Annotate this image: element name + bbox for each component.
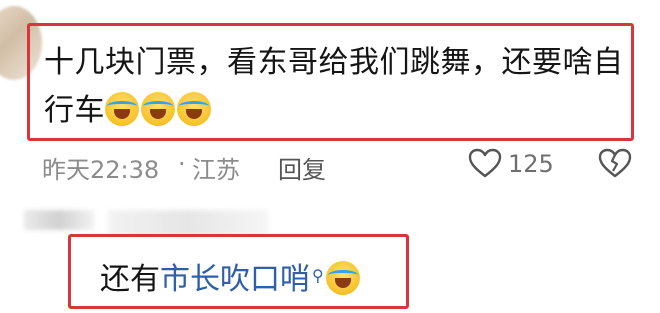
reply-avatar[interactable] [24, 210, 94, 230]
comment-timestamp: 昨天22:38 [42, 156, 160, 184]
laughing-crying-emoji-icon [325, 261, 360, 295]
comment-text-line1: 十几块门票，看东哥给我们跳舞，还要啥自 [44, 45, 624, 80]
like-heart-icon[interactable] [468, 148, 502, 178]
comment-text: 十几块门票，看东哥给我们跳舞，还要啥自 行车 [44, 39, 624, 135]
dislike-broken-heart-icon[interactable] [598, 148, 632, 178]
laughing-crying-emoji-icon [141, 92, 175, 126]
laughing-crying-emoji-icon [105, 92, 139, 126]
reply-text: 还有市长吹口哨 ⚲ [100, 256, 362, 300]
search-icon[interactable]: ⚲ [312, 266, 324, 285]
reply-button[interactable]: 回复 [278, 150, 326, 185]
comment-text-line2: 行车 [44, 93, 105, 128]
reply-prefix: 还有 [100, 262, 160, 297]
laughing-crying-emoji-icon [177, 92, 211, 126]
meta-separator: · [178, 150, 186, 178]
comment-meta-row: 昨天22:38 · 江苏 回复 125 [42, 148, 642, 185]
like-count: 125 [508, 150, 554, 178]
reply-username-blurred [108, 210, 268, 236]
comment-location: 江苏 [192, 156, 240, 184]
search-link[interactable]: 市长吹口哨 [160, 262, 310, 297]
